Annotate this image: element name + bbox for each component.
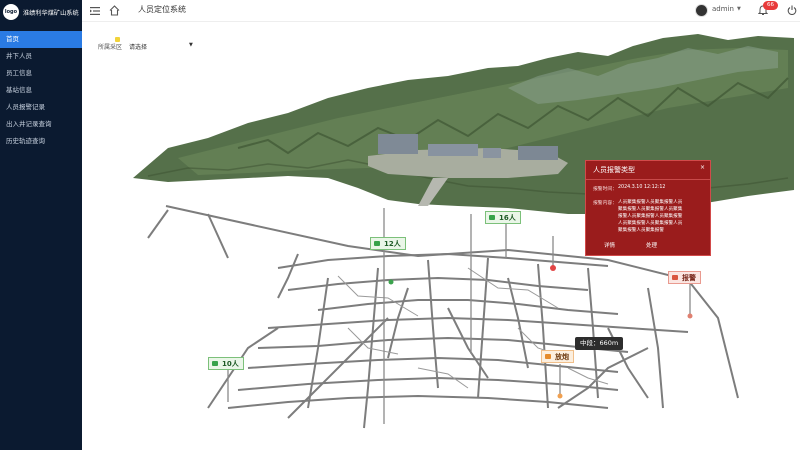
sidebar: logo 淮绩利华煤矿山系统 首页 井下人员 员工信息 基站信息 人员报警记录 … bbox=[0, 0, 82, 450]
close-icon[interactable]: × bbox=[700, 164, 705, 171]
alarm-time-value: 2024.3.10 12:12:12 bbox=[618, 185, 666, 190]
marker-dot-green bbox=[388, 279, 394, 285]
logo: logo bbox=[3, 4, 19, 20]
top-header: 人员定位系统 admin ▼ 66 bbox=[82, 0, 800, 22]
brand: logo 淮绩利华煤矿山系统 bbox=[0, 0, 82, 24]
sidebar-item-track-history[interactable]: 历史轨迹查询 bbox=[0, 133, 82, 150]
personnel-icon bbox=[374, 241, 380, 246]
alarm-icon bbox=[672, 275, 678, 280]
alarm-popup: 人员报警类型 × 报警时间： 2024.3.10 12:12:12 报警内容： … bbox=[585, 160, 711, 256]
area-select[interactable]: 请选择 bbox=[129, 42, 147, 51]
personnel-count-tag[interactable]: 12人 bbox=[370, 237, 406, 250]
page-title: 人员定位系统 bbox=[138, 5, 186, 14]
sidebar-item-alarm-records[interactable]: 人员报警记录 bbox=[0, 99, 82, 116]
sidebar-item-base-station-info[interactable]: 基站信息 bbox=[0, 82, 82, 99]
sidebar-item-employee-info[interactable]: 员工信息 bbox=[0, 65, 82, 82]
chevron-down-icon[interactable]: ▼ bbox=[737, 6, 741, 12]
alarm-location-dot bbox=[550, 265, 556, 271]
popup-title: 人员报警类型 bbox=[593, 166, 635, 174]
home-icon[interactable] bbox=[109, 5, 120, 16]
personnel-count-tag[interactable]: 10人 bbox=[208, 357, 244, 370]
alarm-tag[interactable]: 报警 bbox=[668, 271, 701, 284]
tag-label: 报警 bbox=[682, 273, 696, 282]
mine-building-2 bbox=[428, 144, 478, 156]
chevron-down-icon[interactable]: ▼ bbox=[189, 42, 193, 48]
divider bbox=[586, 179, 710, 180]
avatar[interactable] bbox=[695, 4, 708, 17]
sidebar-item-underground-personnel[interactable]: 井下人员 bbox=[0, 48, 82, 65]
tag-label: 10人 bbox=[222, 359, 239, 368]
personnel-icon bbox=[212, 361, 218, 366]
area-filter-label: 所属采区 bbox=[98, 44, 123, 51]
mine-building-3 bbox=[483, 148, 501, 158]
personnel-count-tag[interactable]: 16人 bbox=[485, 211, 521, 224]
alarm-content-line: 聚集报警人员聚集报警 bbox=[618, 228, 664, 233]
alarm-content-line: 聚集报警人员聚集报警人员聚集 bbox=[618, 207, 683, 212]
blasting-icon bbox=[545, 354, 551, 359]
power-icon[interactable] bbox=[787, 5, 797, 15]
marker-dot-alarm bbox=[687, 313, 693, 319]
user-name[interactable]: admin bbox=[712, 5, 734, 13]
sidebar-item-home[interactable]: 首页 bbox=[0, 31, 82, 48]
handle-button[interactable]: 处理 bbox=[646, 241, 657, 252]
marker-dot-blast bbox=[557, 393, 563, 399]
mine-building-1 bbox=[378, 134, 418, 154]
alarm-content-line: 人员聚集报警人员聚集报警人员 bbox=[618, 200, 683, 205]
notification-badge: 66 bbox=[763, 1, 778, 10]
alarm-content-label: 报警内容： bbox=[593, 201, 617, 206]
alarm-content-line: 报警人员聚集报警人员聚集报警 bbox=[618, 214, 683, 219]
sidebar-nav: 首页 井下人员 员工信息 基站信息 人员报警记录 出入井记录查询 历史轨迹查询 bbox=[0, 31, 82, 150]
menu-collapse-icon[interactable] bbox=[90, 6, 100, 16]
personnel-icon bbox=[489, 215, 495, 220]
blasting-tag[interactable]: 放炮 bbox=[541, 350, 574, 363]
app-title: 淮绩利华煤矿山系统 bbox=[23, 9, 79, 17]
alarm-time-label: 报警时间： bbox=[593, 187, 617, 192]
tag-label: 16人 bbox=[499, 213, 516, 222]
tag-label: 放炮 bbox=[555, 352, 569, 361]
alarm-content-line: 人员聚集报警人员聚集报警人员 bbox=[618, 221, 683, 226]
detail-button[interactable]: 详情 bbox=[604, 241, 615, 252]
main-content: 所属采区 请选择 ▼ 12人 16人 10人 报警 放炮 中段：660m 人员报… bbox=[88, 28, 794, 446]
distance-label: 中段：660m bbox=[575, 337, 624, 350]
mine-building-4 bbox=[518, 146, 558, 160]
app-window: logo 淮绩利华煤矿山系统 首页 井下人员 员工信息 基站信息 人员报警记录 … bbox=[0, 0, 800, 450]
tag-label: 12人 bbox=[384, 239, 401, 248]
sidebar-item-entry-exit-query[interactable]: 出入井记录查询 bbox=[0, 116, 82, 133]
